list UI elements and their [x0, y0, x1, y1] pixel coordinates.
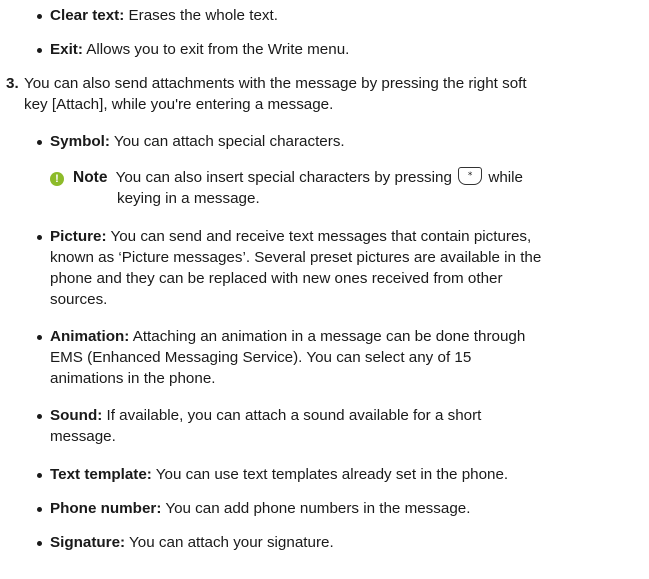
desc-symbol: You can attach special characters.	[109, 133, 345, 150]
bullet-dot	[37, 140, 42, 145]
note-line1: Note You can also insert special charact…	[73, 166, 523, 188]
desc-animation-1: Attaching an animation in a message can …	[129, 328, 526, 345]
list-item-text-template: Text template: You can use text template…	[50, 465, 508, 485]
list-item-picture: Picture: You can send and receive text m…	[50, 227, 531, 247]
term-text-template: Text template:	[50, 466, 152, 483]
note-text-a: You can also insert special characters b…	[115, 169, 452, 186]
desc-sound-2: message.	[50, 428, 116, 445]
list-item-animation: Animation: Attaching an animation in a m…	[50, 327, 525, 347]
bullet-dot	[37, 541, 42, 546]
term-animation: Animation:	[50, 328, 130, 345]
term-picture: Picture:	[50, 228, 107, 245]
note-line2: keying in a message.	[117, 190, 260, 207]
desc-animation-2: EMS (Enhanced Messaging Service). You ca…	[50, 349, 472, 366]
desc-signature: You can attach your signature.	[125, 534, 334, 551]
term-sound: Sound:	[50, 407, 103, 424]
list-item-signature: Signature: You can attach your signature…	[50, 533, 334, 553]
desc-clear-text: Erases the whole text.	[124, 7, 278, 24]
desc-exit: Allows you to exit from the Write menu.	[82, 41, 350, 58]
term-exit: Exit:	[50, 41, 83, 58]
step3-line1: You can also send attachments with the m…	[24, 75, 527, 92]
list-item-phone-number: Phone number: You can add phone numbers …	[50, 499, 470, 519]
star-key-icon: *	[458, 166, 483, 185]
note-label: Note	[73, 169, 108, 186]
bullet-dot	[37, 335, 42, 340]
bullet-dot	[37, 507, 42, 512]
desc-picture-4: sources.	[50, 291, 108, 308]
bullet-dot	[37, 473, 42, 478]
desc-sound-1: If available, you can attach a sound ava…	[102, 407, 482, 424]
bullet-dot	[37, 14, 42, 19]
step3-line2: key [Attach], while you're entering a me…	[24, 96, 334, 113]
desc-animation-3: animations in the phone.	[50, 370, 216, 387]
term-clear-text: Clear text:	[50, 7, 125, 24]
desc-text-template: You can use text templates already set i…	[151, 466, 509, 483]
desc-picture-2: known as ‘Picture messages’. Several pre…	[50, 249, 542, 266]
desc-picture-3: phone and they can be replaced with new …	[50, 270, 503, 287]
step-number: 3.	[6, 75, 19, 92]
list-item-symbol: Symbol: You can attach special character…	[50, 132, 345, 152]
desc-picture-1: You can send and receive text messages t…	[106, 228, 532, 245]
list-item-sound: Sound: If available, you can attach a so…	[50, 406, 481, 426]
bullet-dot	[37, 235, 42, 240]
bullet-dot	[37, 48, 42, 53]
info-circle-icon: !	[50, 172, 64, 186]
note-text-b: while	[488, 169, 523, 186]
term-signature: Signature:	[50, 534, 126, 551]
list-item-exit: Exit: Allows you to exit from the Write …	[50, 40, 349, 60]
term-phone-number: Phone number:	[50, 500, 162, 517]
list-item-clear-text: Clear text: Erases the whole text.	[50, 6, 278, 26]
bullet-dot	[37, 414, 42, 419]
desc-phone-number: You can add phone numbers in the message…	[161, 500, 471, 517]
term-symbol: Symbol:	[50, 133, 110, 150]
